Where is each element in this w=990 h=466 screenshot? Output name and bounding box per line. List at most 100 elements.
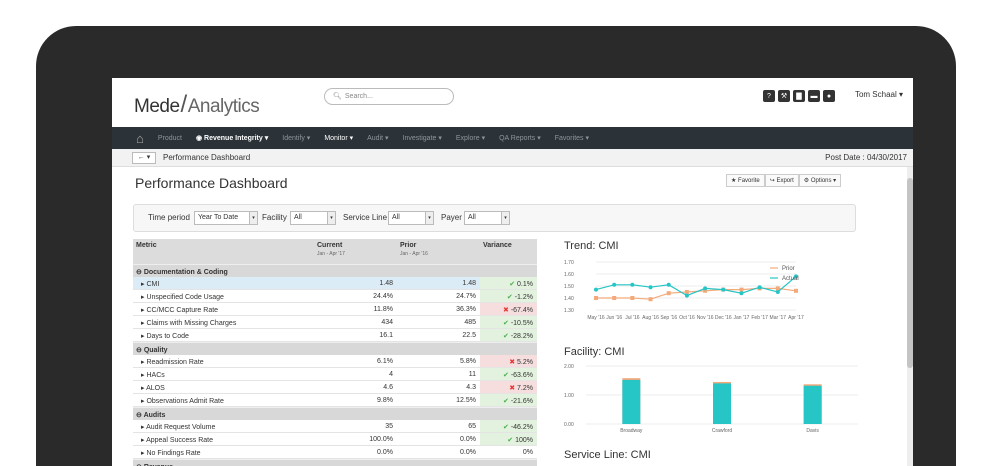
scrollbar-thumb[interactable] xyxy=(907,178,913,368)
service-line-select[interactable]: All ▾ xyxy=(388,211,434,225)
table-group-header[interactable]: ⊖ Quality xyxy=(133,342,537,355)
y-tick-label: 1.70 xyxy=(564,260,574,266)
x-tick-label: Apr '17 xyxy=(788,315,804,321)
row-metric-name[interactable]: ▸ CMI xyxy=(141,280,159,288)
table-row[interactable]: ▸ Claims with Missing Charges 434 485 ✔ -10… xyxy=(133,316,537,329)
row-metric-name[interactable]: ▸ ALOS xyxy=(141,384,165,392)
table-body: ⊖ Documentation & Coding ▸ CMI 1.48 1.48 ✔ 0… xyxy=(133,264,537,466)
main-nav: ⌂ Product ◉ Revenue Integrity ▾ Identify… xyxy=(112,127,913,149)
nav-monitor[interactable]: Monitor ▾ xyxy=(324,134,353,142)
row-metric-name[interactable]: ▸ Readmission Rate xyxy=(141,358,204,366)
favorite-button[interactable]: ★ Favorite xyxy=(726,174,765,187)
data-point xyxy=(630,296,635,300)
chat-icon[interactable]: ▬ xyxy=(808,90,820,102)
row-variance: ✖ -67.4% xyxy=(480,303,537,315)
x-tick-label: Nov '16 xyxy=(697,315,714,321)
bar-chart-icon[interactable]: ▇ xyxy=(793,90,805,102)
nav-product[interactable]: Product xyxy=(158,135,182,142)
wrench-icon[interactable]: ⚒ xyxy=(778,90,790,102)
logo[interactable]: Mede/Analytics xyxy=(134,91,260,119)
row-prior: 65 xyxy=(468,423,476,430)
check-icon: ✔ xyxy=(509,281,516,288)
search-input[interactable]: 🔍︎ Search... xyxy=(324,88,454,105)
table-row[interactable]: ▸ No Findings Rate 0.0% 0.0% 0% xyxy=(133,446,537,459)
options-button[interactable]: ⚙ Options ▾ xyxy=(798,174,842,187)
user-icon[interactable]: ● xyxy=(823,90,835,102)
row-metric-name[interactable]: ▸ CC/MCC Capture Rate xyxy=(141,306,218,314)
row-metric-name[interactable]: ▸ Unspecified Code Usage xyxy=(141,293,224,301)
nav-audit[interactable]: Audit ▾ xyxy=(367,134,388,142)
table-row[interactable]: ▸ Observations Admit Rate 9.8% 12.5% ✔ -21.… xyxy=(133,394,537,407)
table-row[interactable]: ▸ HACs 4 11 ✔ -63.6% xyxy=(133,368,537,381)
x-tick-label: May '16 xyxy=(587,315,605,321)
row-variance: ✔ -63.6% xyxy=(480,368,537,380)
time-period-select[interactable]: Year To Date ▾ xyxy=(194,211,258,225)
table-group-header[interactable]: ⊖ Audits xyxy=(133,407,537,420)
table-row[interactable]: ▸ Readmission Rate 6.1% 5.8% ✖ 5.2% xyxy=(133,355,537,368)
table-group-header[interactable]: ⊖ Documentation & Coding xyxy=(133,264,537,277)
export-button[interactable]: ↪ Export xyxy=(764,174,799,187)
facility-select[interactable]: All ▾ xyxy=(290,211,336,225)
header-current: Current Jan - Apr '17 xyxy=(317,242,345,257)
row-metric-name[interactable]: ▸ Days to Code xyxy=(141,332,189,340)
table-row[interactable]: ▸ Unspecified Code Usage 24.4% 24.7% ✔ -1.2… xyxy=(133,290,537,303)
table-row[interactable]: ▸ CC/MCC Capture Rate 11.8% 36.3% ✖ -67.4% xyxy=(133,303,537,316)
data-point xyxy=(739,287,744,292)
row-variance: ✔ -1.2% xyxy=(480,290,537,302)
row-current: 11.8% xyxy=(373,306,393,313)
row-variance: ✔ -21.6% xyxy=(480,394,537,406)
row-metric-name[interactable]: ▸ Audit Request Volume xyxy=(141,423,215,431)
row-current: 0.0% xyxy=(377,449,393,456)
nav-revenue-integrity[interactable]: ◉ Revenue Integrity ▾ xyxy=(196,134,268,142)
x-tick-label: Jun '16 xyxy=(606,315,622,321)
cross-icon: ✖ xyxy=(509,359,516,366)
table-row[interactable]: ▸ Appeal Success Rate 100.0% 0.0% ✔ 100% xyxy=(133,433,537,446)
x-tick-label: Dec '16 xyxy=(715,315,732,321)
nav-explore[interactable]: Explore ▾ xyxy=(456,134,485,142)
nav-investigate[interactable]: Investigate ▾ xyxy=(403,134,442,142)
nav-qa-reports[interactable]: QA Reports ▾ xyxy=(499,134,541,142)
y-tick-label: 2.00 xyxy=(564,364,574,370)
row-variance: ✔ -10.5% xyxy=(480,316,537,328)
user-menu[interactable]: Tom Schaal ▾ xyxy=(855,90,903,99)
row-current: 1.48 xyxy=(379,280,393,287)
y-tick-label: 1.40 xyxy=(564,296,574,302)
filter-bar: Time period Year To Date ▾ Facility All ▾ … xyxy=(133,204,856,232)
row-metric-name[interactable]: ▸ HACs xyxy=(141,371,165,379)
payer-label: Payer xyxy=(441,213,462,222)
row-metric-name[interactable]: ▸ No Findings Rate xyxy=(141,449,201,457)
row-current: 434 xyxy=(381,319,393,326)
trend-chart: 1.70 1.60 1.50 1.40 1.30 May '16 Jun '16 Jul '1… xyxy=(564,260,804,321)
table-row[interactable]: ▸ Audit Request Volume 35 65 ✔ -46.2% xyxy=(133,420,537,433)
check-icon: ✔ xyxy=(502,333,509,340)
question-icon[interactable]: ? xyxy=(763,90,775,102)
row-metric-name[interactable]: ▸ Appeal Success Rate xyxy=(141,436,213,444)
screen: Mede/Analytics 🔍︎ Search... ? ⚒ ▇ ▬ ● Tom… xyxy=(112,78,913,466)
data-point xyxy=(648,297,653,302)
table-row[interactable]: ▸ CMI 1.48 1.48 ✔ 0.1% xyxy=(133,277,537,290)
table-row[interactable]: ▸ ALOS 4.6 4.3 ✖ 7.2% xyxy=(133,381,537,394)
home-icon[interactable]: ⌂ xyxy=(136,131,144,146)
trend-chart-title: Trend: CMI xyxy=(564,240,619,252)
x-tick-label: Feb '17 xyxy=(751,315,768,321)
nav-identify[interactable]: Identify ▾ xyxy=(282,134,310,142)
data-point xyxy=(721,287,726,292)
data-point xyxy=(612,282,617,287)
row-metric-name[interactable]: ▸ Claims with Missing Charges xyxy=(141,319,236,327)
y-tick-label: 1.50 xyxy=(564,284,574,290)
row-prior: 22.5 xyxy=(462,332,476,339)
x-tick-label: Mar '17 xyxy=(770,315,787,321)
row-prior: 0.0% xyxy=(460,449,476,456)
row-prior: 1.48 xyxy=(462,280,476,287)
payer-select[interactable]: All ▾ xyxy=(464,211,510,225)
nav-favorites[interactable]: Favorites ▾ xyxy=(555,134,589,142)
table-row[interactable]: ▸ Days to Code 16.1 22.5 ✔ -28.2% xyxy=(133,329,537,342)
cross-icon: ✖ xyxy=(502,307,509,314)
data-point xyxy=(684,293,689,298)
back-button[interactable]: ← ▾ xyxy=(132,152,156,164)
table-group-header[interactable]: ⊖ Revenue xyxy=(133,459,537,466)
bar-actual xyxy=(803,385,822,424)
breadcrumb-title: Performance Dashboard xyxy=(163,153,251,162)
row-metric-name[interactable]: ▸ Observations Admit Rate xyxy=(141,397,224,405)
metrics-table: Metric Current Jan - Apr '17 Prior Jan - A… xyxy=(133,239,537,466)
